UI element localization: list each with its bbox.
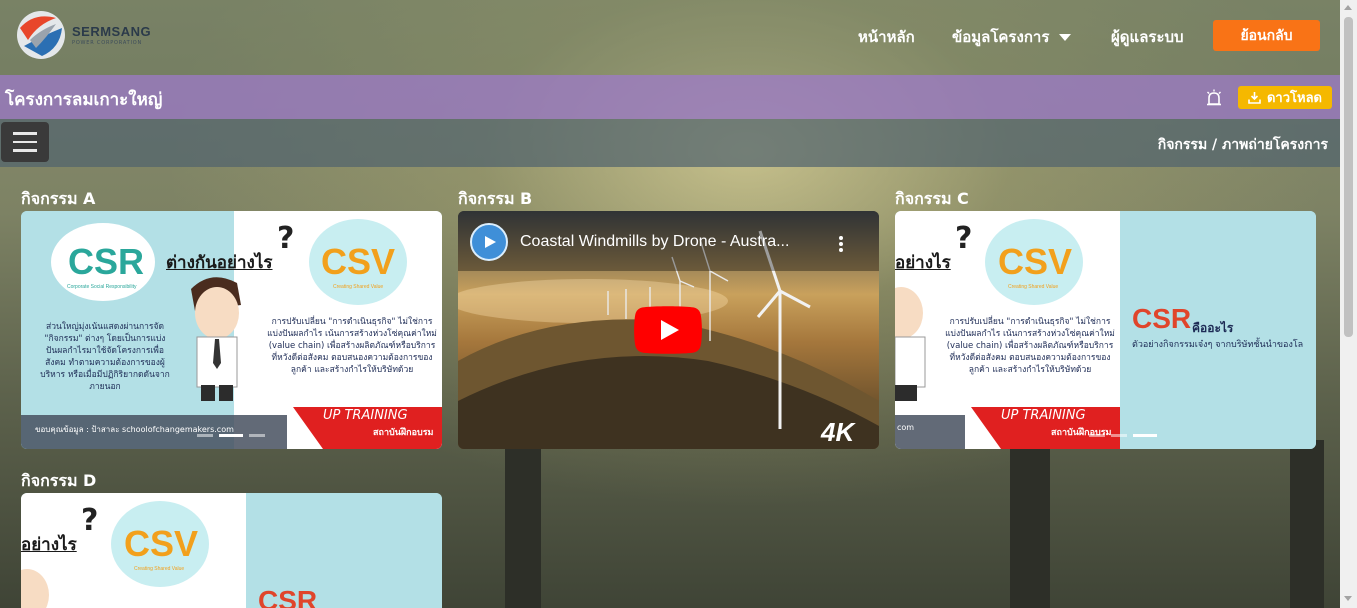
- sermsang-logo[interactable]: [16, 10, 66, 60]
- question-mark-icon: ?: [955, 221, 973, 256]
- activity-d-label: กิจกรรม D: [21, 471, 97, 490]
- brand-tagline: POWER CORPORATION: [72, 40, 143, 46]
- csr-heading: CSR: [68, 241, 145, 282]
- businessman-illustration: [21, 569, 49, 608]
- nav-project-info[interactable]: ข้อมูลโครงการ: [952, 25, 1072, 49]
- project-title-bar: โครงการลมเกาะใหญ่: [0, 75, 1340, 119]
- csv-subheading: Creating Shared Value: [333, 284, 384, 290]
- chevron-down-icon: [1059, 34, 1072, 41]
- activity-d-carousel[interactable]: อย่างไร ? CSV Creating Shared Value CSR: [21, 493, 442, 608]
- activity-c-label: กิจกรรม C: [895, 189, 969, 208]
- activity-c-carousel[interactable]: อย่างไร ? CSV Creating Shared Value การป…: [895, 211, 1316, 449]
- businessman-illustration: [191, 277, 241, 401]
- csv-heading: CSV: [321, 241, 396, 282]
- csr-subheading: Corporate Social Responsibility: [67, 284, 137, 290]
- csr-heading: CSR: [258, 585, 318, 608]
- csv-subheading: Creating Shared Value: [134, 566, 185, 572]
- nav-home[interactable]: หน้าหลัก: [858, 25, 915, 49]
- activity-a-label: กิจกรรม A: [21, 189, 96, 208]
- carousel-indicators[interactable]: [1089, 434, 1157, 437]
- download-button[interactable]: ดาวโหลด: [1238, 86, 1332, 109]
- scrollbar-thumb[interactable]: [1344, 17, 1353, 337]
- breadcrumb: กิจกรรม / ภาพถ่ายโครงการ: [1157, 137, 1328, 153]
- nav-project-info-label: ข้อมูลโครงการ: [952, 28, 1050, 46]
- csr-question: คืออะไร: [1192, 321, 1234, 335]
- more-options-icon[interactable]: [838, 235, 844, 253]
- alarm-icon[interactable]: [1205, 89, 1223, 107]
- page-scrollbar[interactable]: [1340, 0, 1357, 608]
- csr-example: ตัวอย่างกิจกรรมเจ๋งๆ จากบริษัทชั้นนำของโ…: [1132, 340, 1304, 350]
- csr-heading: CSR: [1132, 303, 1192, 334]
- nav-admin[interactable]: ผู้ดูแลระบบ: [1111, 25, 1184, 49]
- question-mark-icon: ?: [277, 221, 295, 256]
- back-button[interactable]: ย้อนกลับ: [1213, 20, 1320, 51]
- play-button-icon[interactable]: [634, 306, 702, 354]
- project-title: โครงการลมเกาะใหญ่: [5, 90, 163, 110]
- carousel-indicators[interactable]: [197, 434, 265, 437]
- csv-heading: CSV: [998, 241, 1073, 282]
- csv-heading: CSV: [124, 523, 199, 564]
- sub-bar: [0, 119, 1340, 167]
- video-title[interactable]: Coastal Windmills by Drone - Austra...: [520, 233, 789, 251]
- channel-avatar[interactable]: [470, 223, 508, 261]
- channel-logo-icon: [485, 236, 496, 248]
- businessman-illustration: [895, 287, 926, 401]
- banner-subtitle: สถาบันฝึกอบรม: [373, 428, 434, 438]
- download-label: ดาวโหลด: [1266, 91, 1322, 106]
- question-mark-icon: ?: [81, 503, 99, 538]
- hamburger-menu-button[interactable]: [1, 122, 49, 162]
- csv-subheading: Creating Shared Value: [1008, 284, 1059, 290]
- credit-text-partial: com: [897, 423, 915, 432]
- download-icon: [1248, 92, 1261, 104]
- banner-title: UP TRAINING: [323, 408, 408, 423]
- csv-description: การปรับเปลี่ยน "การดำเนินธุรกิจ" ไม่ใช่ก…: [267, 317, 437, 375]
- activity-a-carousel[interactable]: CSR Corporate Social Responsibility ต่าง…: [21, 211, 442, 449]
- csr-description: ส่วนใหญ่มุ่งเน้นแสดงผ่านการจัด "กิจกรรม"…: [40, 322, 170, 392]
- 4k-badge: 4K: [821, 417, 855, 447]
- activity-b-video[interactable]: Coastal Windmills by Drone - Austra... 4…: [458, 211, 879, 449]
- banner-title: UP TRAINING: [1001, 408, 1086, 423]
- activity-b-label: กิจกรรม B: [458, 189, 533, 208]
- csv-description: การปรับเปลี่ยน "การดำเนินธุรกิจ" ไม่ใช่ก…: [945, 317, 1115, 375]
- brand-name: SERMSANG: [72, 24, 152, 39]
